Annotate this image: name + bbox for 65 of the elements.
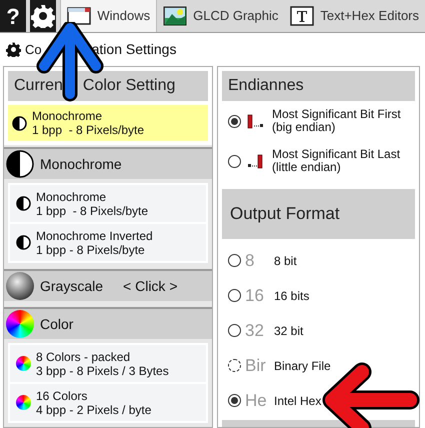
header-title: Endiannes xyxy=(228,76,304,96)
tab[interactable]: Windows xyxy=(60,0,158,32)
option-label: 16 bits xyxy=(274,288,310,304)
list-item[interactable]: Monochrome 1 bpp - 8 Pixels/byte xyxy=(8,105,208,141)
gear-icon xyxy=(31,4,56,28)
option-label: Most Significant Bit Last xyxy=(272,148,400,161)
tab[interactable]: GLCD Graphic xyxy=(157,0,284,32)
option-label: Most Significant Bit First xyxy=(272,108,401,121)
section-title: Co xyxy=(25,40,42,59)
list-item[interactable]: 8 Colors - packed 3 bpp - 8 Pixels / 3 Bytes xyxy=(10,345,206,382)
half-circle-icon xyxy=(16,235,31,250)
item-text: 1 bpp - 8 Pixels/byte xyxy=(36,204,148,218)
group-header[interactable]: Color xyxy=(4,307,212,339)
option-label: 8 bit xyxy=(274,252,297,270)
radio-button[interactable] xyxy=(228,289,241,302)
item-text: 8 Colors - packed xyxy=(36,350,132,364)
focused-option[interactable]: Bir Binary File xyxy=(222,348,415,383)
format-glyph: He xyxy=(245,390,268,412)
item-text: 1 bpp - 8 Pixels/byte xyxy=(32,123,144,137)
half-circle-icon xyxy=(6,150,34,178)
item-text: 16 Colors xyxy=(36,388,88,402)
item-text: 4 bpp - 2 Pixels / byte xyxy=(36,402,152,416)
format-glyph: Bir xyxy=(245,354,267,377)
option-label: (little endian) xyxy=(272,161,341,174)
item-text: 1 bpp - 8 Pixels/byte xyxy=(36,242,146,256)
radio-button[interactable] xyxy=(228,114,241,128)
bit-order-icon xyxy=(247,114,264,128)
list-item[interactable]: Monochrome 1 bpp - 8 Pixels/byte xyxy=(10,185,206,222)
color-wheel-icon xyxy=(16,356,31,371)
radio-button[interactable] xyxy=(228,324,241,337)
landscape-icon xyxy=(163,6,188,26)
radio-button[interactable] xyxy=(228,394,241,407)
header-title: Output Format xyxy=(230,203,340,226)
half-circle-icon xyxy=(16,196,31,211)
bit-order-icon xyxy=(247,154,264,168)
item-text: Monochrome xyxy=(32,109,104,123)
color-wheel-icon xyxy=(6,310,34,338)
header-title: Color Setting xyxy=(82,76,176,96)
gear-icon xyxy=(6,42,21,57)
list-item[interactable]: 16 Colors 4 bpp - 2 Pixels / byte xyxy=(10,384,206,421)
color-wheel-icon xyxy=(16,395,31,410)
format-glyph: 16 xyxy=(245,284,265,307)
settings-button[interactable] xyxy=(30,0,56,32)
window-icon xyxy=(67,6,92,26)
tab[interactable]: Text+Hex Editors xyxy=(284,0,425,32)
format-glyph: 32 xyxy=(245,320,265,342)
text-icon xyxy=(290,6,314,26)
option-label: Intel Hex xyxy=(274,392,322,410)
option-label: Binary File xyxy=(274,358,331,374)
option-label: (big endian) xyxy=(272,121,336,134)
item-text: Monochrome Inverted xyxy=(36,228,153,242)
radio-button[interactable] xyxy=(228,154,241,168)
sphere-icon xyxy=(6,272,34,300)
item-text: 3 bpp - 8 Pixels / 3 Bytes xyxy=(36,364,169,378)
radio-button[interactable] xyxy=(228,359,241,372)
half-circle-icon xyxy=(12,116,27,130)
help-button[interactable]: ? xyxy=(0,0,26,32)
group-header[interactable]: Grayscale < Click > xyxy=(4,269,212,301)
list-item[interactable]: Monochrome Inverted 1 bpp - 8 Pixels/byte xyxy=(10,224,206,261)
group-header[interactable]: Monochrome xyxy=(4,147,212,179)
radio-button[interactable] xyxy=(228,254,241,267)
header-title: Curren xyxy=(14,76,63,96)
format-glyph: 8 xyxy=(245,250,256,272)
option-label: 32 bit xyxy=(274,322,304,340)
item-text: Monochrome xyxy=(36,190,108,204)
